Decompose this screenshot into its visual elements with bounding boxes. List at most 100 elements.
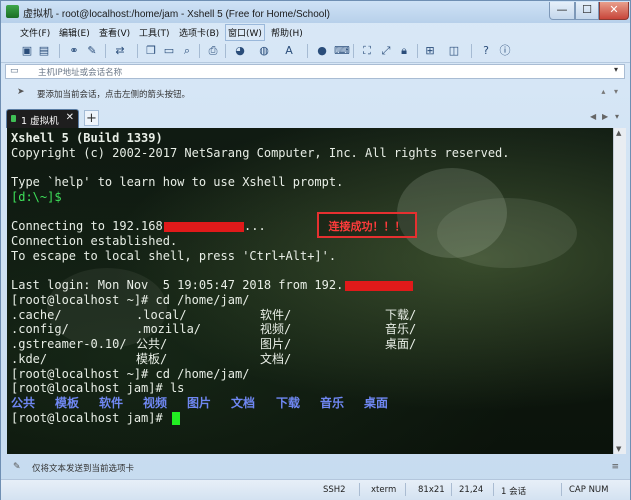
ls-row-col2: .mozilla/ <box>136 322 202 336</box>
tab-next-icon[interactable]: ▶ <box>602 112 608 121</box>
info-icon[interactable]: ⓘ <box>498 44 512 58</box>
hint-scroll-arrows[interactable]: ▴ ▾ <box>601 87 621 96</box>
local-prompt: [d:\~]$ <box>11 190 62 204</box>
terminal-cursor <box>172 412 180 425</box>
connecting-line: Connecting to 192.168 <box>11 219 163 233</box>
terminal-scrollbar[interactable]: ▲ ▼ <box>613 128 626 454</box>
toolbar-separator <box>353 44 354 58</box>
add-tab-button[interactable]: + <box>84 110 99 126</box>
paste-icon[interactable]: ▭ <box>162 44 176 58</box>
ls-output-item: 下载 <box>276 396 301 410</box>
escape-hint-line: To escape to local shell, press 'Ctrl+Al… <box>11 249 337 263</box>
menu-tabs[interactable]: 选项卡(B) <box>179 26 219 39</box>
success-annotation-text: 连接成功！！！ <box>328 220 406 233</box>
open-folder-icon[interactable]: ▤ <box>37 44 51 58</box>
keyboard-icon[interactable]: ⌨ <box>334 44 350 58</box>
ls-row-col1: .config/ <box>11 322 69 336</box>
tab-label: 1 虚拟机 <box>21 116 59 127</box>
transfer-icon[interactable]: ⇄ <box>113 44 127 58</box>
print-icon[interactable]: ⎙ <box>206 44 220 58</box>
link-icon[interactable]: ⚭ <box>67 44 81 58</box>
session-hint-text: 要添加当前会话，点击左侧的箭头按钮。 <box>37 90 191 100</box>
menu-view[interactable]: 查看(V) <box>99 26 130 39</box>
status-bar: SSH2 xterm 81x21 21,24 1 会话 CAP NUM <box>1 479 630 500</box>
send-text-icon: ✎ <box>13 462 21 472</box>
connecting-ellipsis: ... <box>244 219 266 233</box>
scroll-down-icon[interactable]: ▼ <box>616 445 621 453</box>
status-separator <box>451 483 452 496</box>
ls-row-col3: 图片/ <box>260 337 292 351</box>
toolbar-separator <box>225 44 226 58</box>
menu-help[interactable]: 帮助(H) <box>271 26 303 39</box>
fullscreen-icon[interactable]: ⤢ <box>379 44 393 58</box>
scroll-up-icon[interactable]: ▲ <box>616 129 621 137</box>
ls-output-item: 软件 <box>99 396 124 410</box>
add-tab-icon[interactable]: ◫ <box>447 44 461 58</box>
tab-list-icon[interactable]: ▾ <box>615 112 619 121</box>
session-hint-bar: ➤ 要添加当前会话，点击左侧的箭头按钮。 ▴ ▾ <box>5 85 625 101</box>
tab-prev-icon[interactable]: ◀ <box>590 112 596 121</box>
ls-row-col1: .kde/ <box>11 352 48 366</box>
ls-row-col1: .gstreamer-0.10/ <box>11 337 127 351</box>
menu-edit[interactable]: 编辑(E) <box>59 26 90 39</box>
status-size: 81x21 <box>418 485 445 495</box>
tab-virtual-machine[interactable]: 1 虚拟机 ✕ <box>6 109 79 128</box>
status-separator <box>561 483 562 496</box>
find-icon[interactable]: ⌕ <box>180 44 194 58</box>
help-icon[interactable]: ? <box>479 44 493 58</box>
menu-tools[interactable]: 工具(T) <box>139 26 170 39</box>
toolbar-separator <box>59 44 60 58</box>
copy-icon[interactable]: ❐ <box>144 44 158 58</box>
new-session-icon[interactable]: ▣ <box>20 44 34 58</box>
globe-icon[interactable]: ◍ <box>257 44 271 58</box>
font-icon[interactable]: A <box>282 44 296 58</box>
menu-bar: 文件(F) 编辑(E) 查看(V) 工具(T) 选项卡(B) 窗口(W) 帮助(… <box>1 23 630 41</box>
compose-bar[interactable]: ✎ 仅将文本发送到当前选项卡 ≡ <box>5 458 625 476</box>
host-icon: ▭ <box>10 66 19 76</box>
maximize-button[interactable]: ☐ <box>575 2 599 20</box>
ls-row-col4: 桌面/ <box>385 337 417 351</box>
status-terminal-type: xterm <box>371 485 397 495</box>
ls-output-item: 公共 <box>11 396 36 410</box>
status-caps: CAP NUM <box>569 485 609 495</box>
address-placeholder: 主机IP地址或会话名称 <box>38 68 123 78</box>
bold-icon[interactable]: ● <box>315 44 329 58</box>
ls-output-item: 文档 <box>231 396 256 410</box>
menu-file[interactable]: 文件(F) <box>20 26 50 39</box>
minimize-button[interactable]: — <box>549 2 575 20</box>
redacted-ip <box>345 281 413 291</box>
toolbar: ▣ ▤ ⚭ ✎ ⇄ ❐ ▭ ⌕ ⎙ ◕ ◍ A ● ⌨ ⛶ ⤢ 🔒︎ ⊞ ◫ ?… <box>1 40 630 63</box>
ls-row-col3: 文档/ <box>260 352 292 366</box>
edit-properties-icon[interactable]: ✎ <box>85 44 99 58</box>
ls-output-item: 音乐 <box>320 396 345 410</box>
close-button[interactable]: ✕ <box>599 2 629 20</box>
success-annotation-box: 连接成功！！！ <box>317 212 417 238</box>
command-cd-line: [root@localhost ~]# cd /home/jam/ <box>11 367 250 381</box>
compose-menu-icon[interactable]: ≡ <box>611 462 619 472</box>
color-scheme-icon[interactable]: ◕ <box>233 44 247 58</box>
tab-close-icon[interactable]: ✕ <box>66 112 74 123</box>
xshell-window: 虚拟机 - root@localhost:/home/jam - Xshell … <box>0 0 631 500</box>
ls-row-col4: 音乐/ <box>385 322 417 336</box>
address-bar[interactable]: ▭ 主机IP地址或会话名称 ▾ <box>5 64 625 79</box>
terminal-help-line: Type `help' to learn how to use Xshell p… <box>11 175 344 189</box>
script-icon[interactable]: ⛶ <box>360 44 374 58</box>
toolbar-separator <box>471 44 472 58</box>
address-dropdown-icon[interactable]: ▾ <box>614 65 618 74</box>
connection-established-line: Connection established. <box>11 234 178 248</box>
tab-bar: 1 虚拟机 ✕ + ◀ ▶ ▾ <box>1 106 630 128</box>
ls-row-col3: 视频/ <box>260 322 292 336</box>
toolbar-separator <box>199 44 200 58</box>
last-login-line: Last login: Mon Nov 5 19:05:47 2018 from… <box>11 278 344 292</box>
terminal-copyright-line: Copyright (c) 2002-2017 NetSarang Comput… <box>11 146 510 160</box>
ls-row-col1: .cache/ <box>11 308 62 322</box>
terminal-view[interactable]: Xshell 5 (Build 1339) Copyright (c) 2002… <box>7 128 613 454</box>
background-flower <box>437 198 577 268</box>
ls-row-col2: 模板/ <box>136 352 168 366</box>
lock-icon[interactable]: 🔒︎ <box>397 44 411 58</box>
arrow-hint-icon[interactable]: ➤ <box>17 88 28 97</box>
compose-icon[interactable]: ⊞ <box>423 44 437 58</box>
window-title: 虚拟机 - root@localhost:/home/jam - Xshell … <box>23 9 330 20</box>
ls-row-col4: 下载/ <box>385 308 417 322</box>
menu-window[interactable]: 窗口(W) <box>225 24 265 41</box>
